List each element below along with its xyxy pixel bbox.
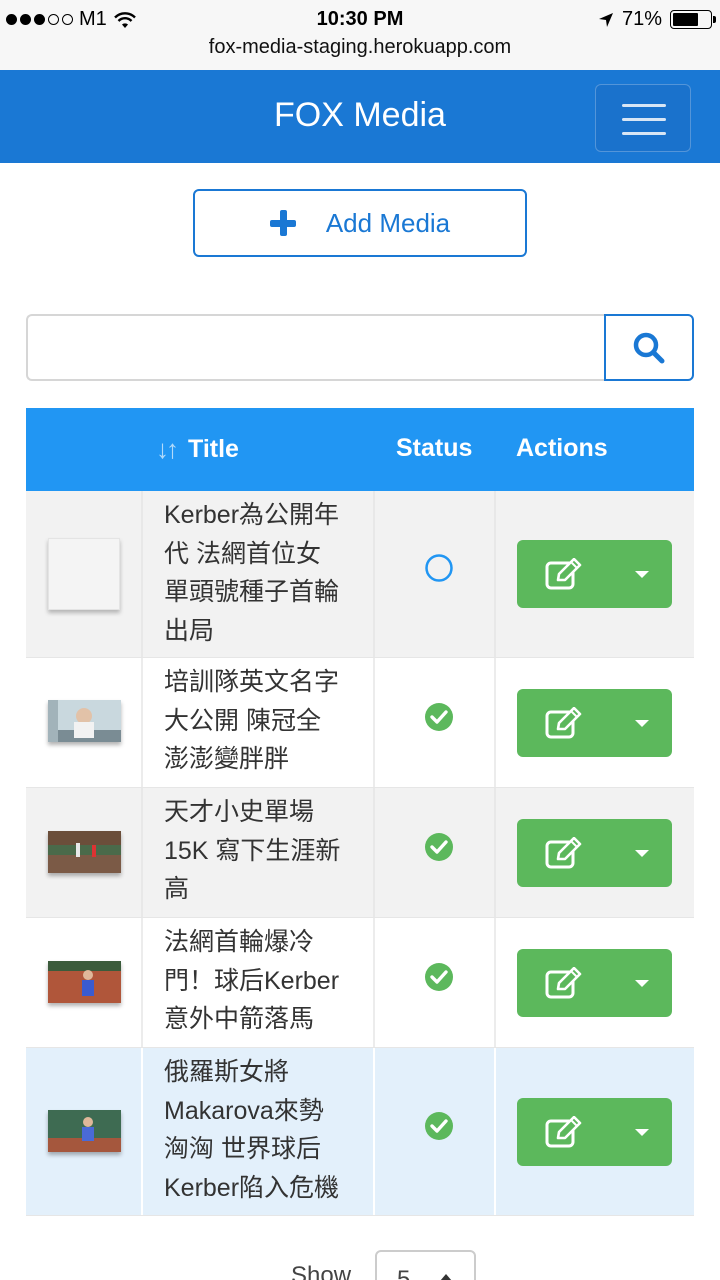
edit-dropdown-button[interactable] [517,1098,672,1166]
edit-icon [545,1116,582,1148]
table-row: 俄羅斯女將 Makarova來勢 洶洶 世界球后 Kerber陷入危機 [26,1048,694,1216]
browser-status-bar: M1 10:30 PM 71% fox-media-staging.heroku… [0,0,720,70]
search-icon [633,332,665,363]
media-thumbnail[interactable] [48,700,121,742]
media-title[interactable]: Kerber為公開年 代 法網首位女 單頭號種子首輪 出局 [164,496,364,650]
table-row: 天才小史單場 15K 寫下生涯新 高 [26,788,694,918]
location-arrow-icon [598,12,613,27]
edit-icon [545,707,582,739]
edit-icon [545,558,582,590]
column-header-actions: Actions [516,434,608,462]
plus-icon [269,210,296,236]
edit-icon [545,967,582,999]
status-published-icon [425,833,453,861]
battery-percent: 71% [621,8,662,30]
edit-dropdown-button[interactable] [517,949,672,1017]
table-row: 培訓隊英文名字 大公開 陳冠全 澎澎變胖胖 [26,658,694,788]
media-title[interactable]: 俄羅斯女將 Makarova來勢 洶洶 世界球后 Kerber陷入危機 [164,1053,364,1207]
media-title[interactable]: 法網首輪爆冷 門！球后Kerber 意外中箭落馬 [164,923,364,1039]
video-thumbnail-image [48,831,121,873]
chevron-down-icon [635,571,649,578]
page-size-select[interactable]: 5 [375,1250,476,1280]
edit-icon [545,837,582,869]
sort-icon: ↓↑ [156,434,179,464]
page-size-value: 5 [397,1266,411,1280]
status-pending-icon [425,554,453,582]
page-size-label: Show [291,1262,352,1280]
hamburger-icon [622,104,666,107]
video-thumbnail-image [48,700,121,742]
top-navbar: FOX Media [0,70,720,163]
chevron-up-icon [440,1274,452,1280]
edit-dropdown-button[interactable] [517,819,672,887]
status-published-icon [425,963,453,991]
address-bar-url[interactable]: fox-media-staging.herokuapp.com [0,36,720,59]
table-header: ↓↑ Title Status Actions [26,408,694,491]
chevron-down-icon [635,1129,649,1136]
table-row: Kerber為公開年 代 法網首位女 單頭號種子首輪 出局 [26,491,694,658]
media-thumbnail[interactable] [48,831,121,873]
chevron-down-icon [635,980,649,987]
search-bar [26,314,694,381]
video-thumbnail-image [48,1110,121,1152]
media-thumbnail[interactable] [48,1110,121,1152]
media-title[interactable]: 培訓隊英文名字 大公開 陳冠全 澎澎變胖胖 [164,663,364,779]
chevron-down-icon [635,720,649,727]
search-button[interactable] [604,314,694,381]
column-header-title: Title [188,435,239,463]
status-published-icon [425,703,453,731]
table-row: 法網首輪爆冷 門！球后Kerber 意外中箭落馬 [26,918,694,1048]
media-table: ↓↑ Title Status Actions Kerber為公開年 代 法網首… [26,408,694,1216]
battery-icon [670,10,716,29]
media-thumbnail[interactable] [48,538,120,610]
video-thumbnail-image [48,961,121,1003]
add-media-button[interactable]: Add Media [193,189,527,257]
column-header-status: Status [396,434,473,462]
media-thumbnail[interactable] [48,961,121,1003]
chevron-down-icon [635,850,649,857]
edit-dropdown-button[interactable] [517,689,672,757]
media-title[interactable]: 天才小史單場 15K 寫下生涯新 高 [164,793,364,909]
menu-toggle-button[interactable] [595,84,691,152]
sort-by-title-header[interactable]: ↓↑ Title [156,434,239,465]
edit-dropdown-button[interactable] [517,540,672,608]
search-input[interactable] [26,314,606,381]
add-media-label: Add Media [325,207,451,238]
status-published-icon [425,1112,453,1140]
